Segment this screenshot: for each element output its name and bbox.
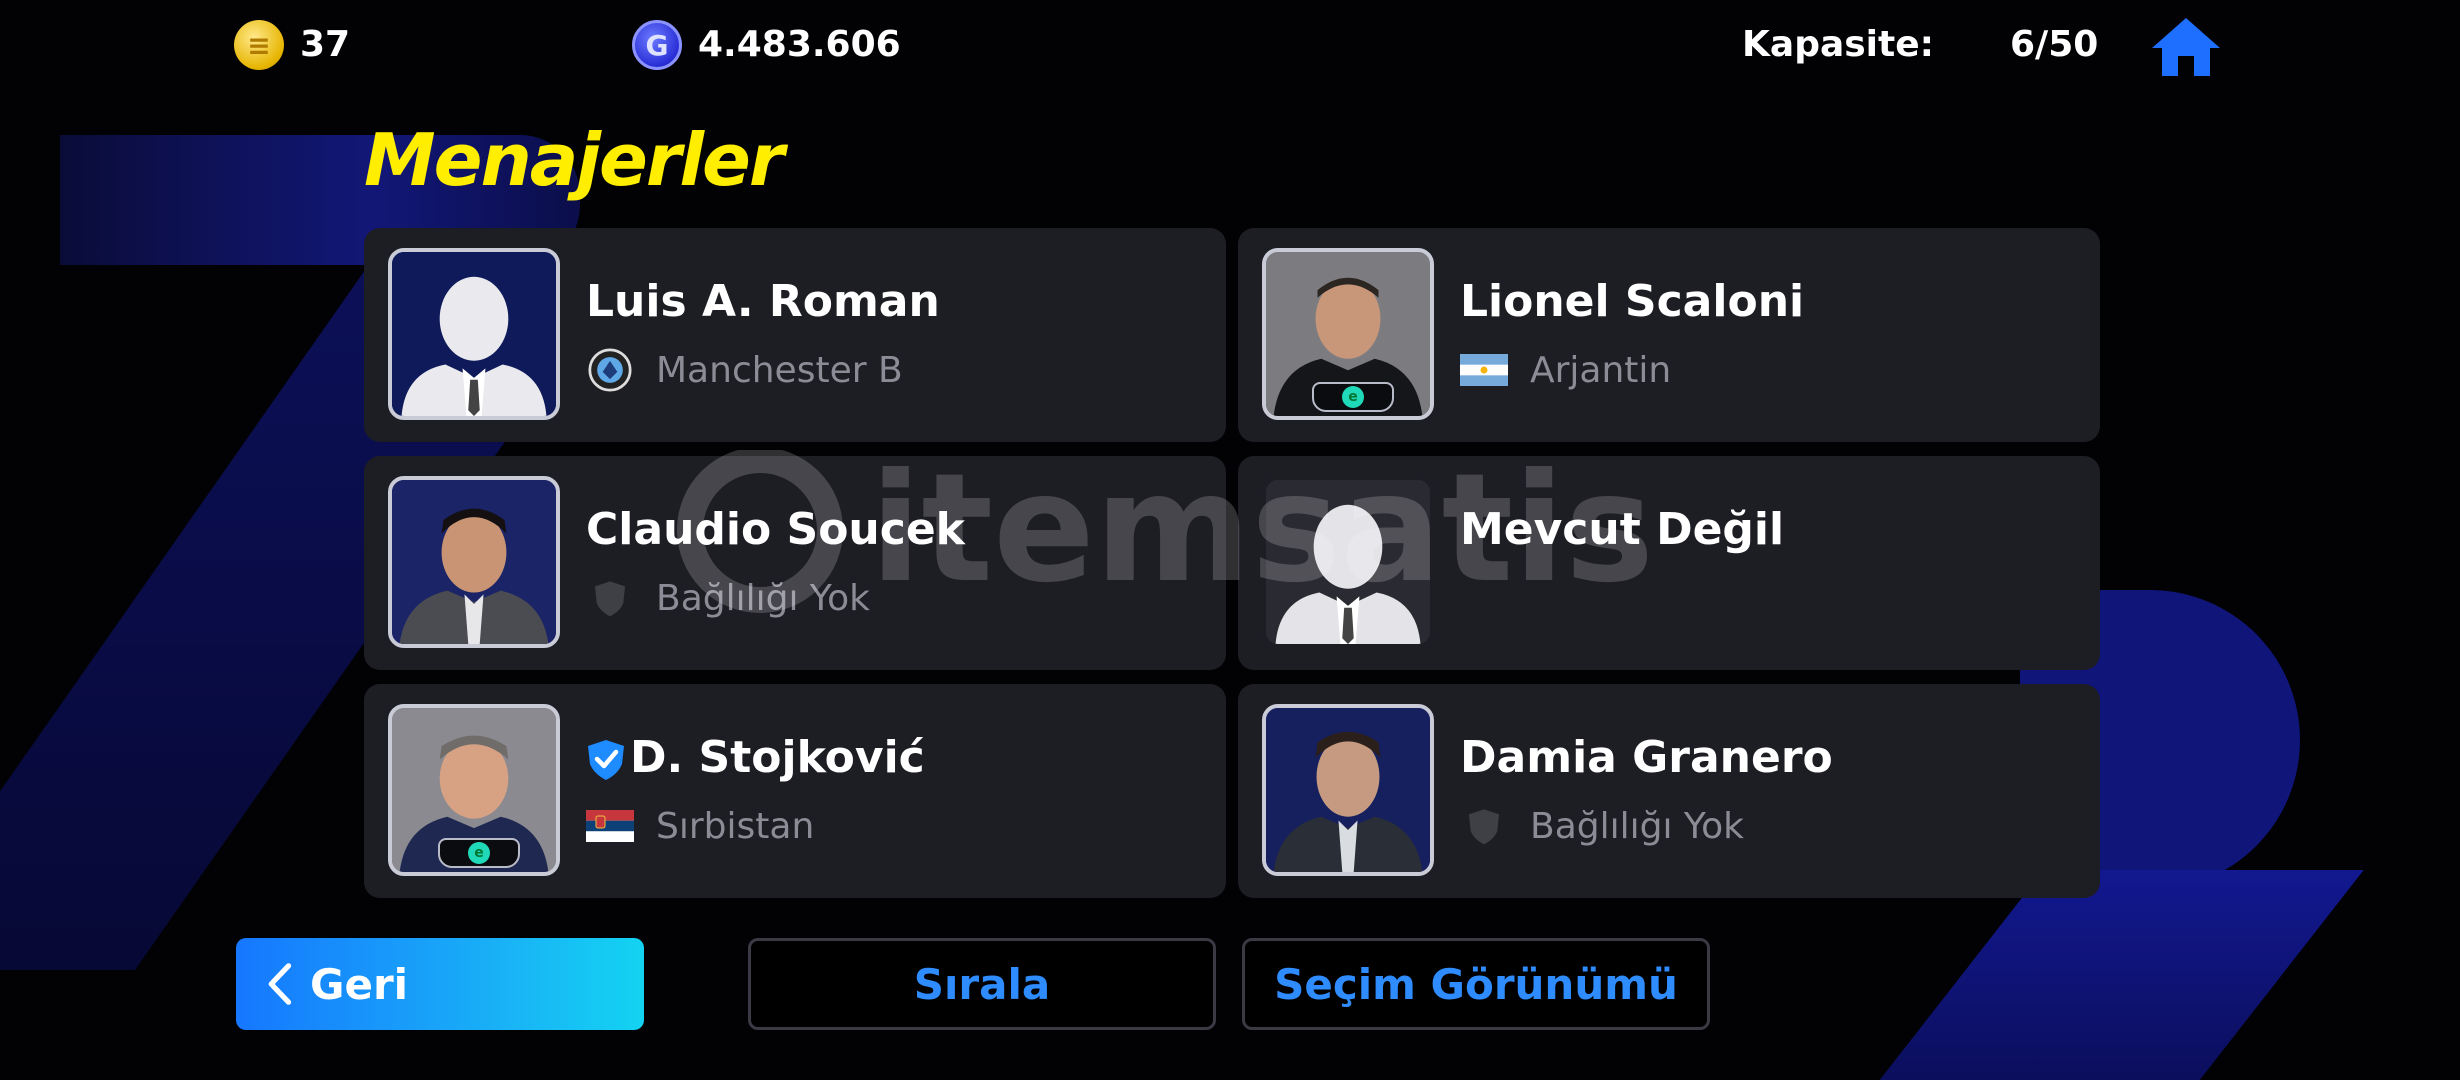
screen: ≡ 37 G 4.483.606 Kapasite: 6/50 Menajerl… [0,0,2460,1080]
top-bar: ≡ 37 G 4.483.606 Kapasite: 6/50 [0,0,2460,84]
manager-portrait [1262,704,1434,876]
manager-affiliation: Sırbistan [586,802,814,850]
manager-affiliation: Bağlılığı Yok [586,574,870,622]
manager-portrait [388,476,560,648]
argentina-flag-icon [1460,346,1508,394]
manager-card-empty-slot[interactable]: Mevcut Değil [1238,456,2100,670]
affiliation-text: Arjantin [1530,349,1672,391]
manager-card-damia-granero[interactable]: Damia Granero Bağlılığı Yok [1238,684,2100,898]
manager-name: Lionel Scaloni [1460,276,1805,327]
serbia-flag-icon [586,802,634,850]
manager-portrait [1262,476,1434,648]
capacity-value: 6/50 [2010,24,2099,65]
manager-name: D. Stojković [630,732,925,783]
affiliation-text: Bağlılığı Yok [1530,805,1744,847]
gp-balance: 4.483.606 [698,24,901,65]
manager-card-claudio-soucek[interactable]: Claudio Soucek Bağlılığı Yok [364,456,1226,670]
manager-name: Luis A. Roman [586,276,940,327]
affiliation-text: Manchester B [656,349,903,391]
manager-portrait [388,248,560,420]
efootball-badge: e [438,838,520,868]
efootball-coin-icon: ≡ [234,20,284,70]
manager-card-lionel-scaloni[interactable]: e Lionel Scaloni Arjantin [1238,228,2100,442]
gp-coin-icon: G [632,20,682,70]
verified-shield-icon [588,740,624,780]
manager-affiliation: Manchester B [586,346,903,394]
efootball-badge: e [1312,382,1394,412]
manager-affiliation: Arjantin [1460,346,1671,394]
manager-affiliation: Bağlılığı Yok [1460,802,1744,850]
manager-card-d-stojkovic[interactable]: e D. Stojković Sırbistan [364,684,1226,898]
home-icon [2152,18,2220,76]
chevron-left-icon [268,963,292,1005]
affiliation-text: Bağlılığı Yok [656,577,870,619]
club-crest-icon [586,346,634,394]
bg-decor-diagonal-right [1856,870,2364,1080]
manager-name-row: D. Stojković [586,732,925,783]
home-button[interactable] [2150,14,2222,78]
manager-portrait: e [1262,248,1434,420]
sort-button[interactable]: Sırala [748,938,1216,1030]
manager-name: Claudio Soucek [586,504,965,555]
manager-name: Damia Granero [1460,732,1833,783]
back-button-label: Geri [310,959,409,1009]
shield-icon [586,574,634,622]
back-button[interactable]: Geri [236,938,644,1030]
selection-view-button[interactable]: Seçim Görünümü [1242,938,1710,1030]
manager-name: Mevcut Değil [1460,504,1785,555]
manager-portrait: e [388,704,560,876]
page-title: Menajerler [364,118,784,202]
manager-card-luis-a-roman[interactable]: Luis A. Roman Manchester B [364,228,1226,442]
capacity-label: Kapasite: [1742,24,1935,65]
ecoin-balance: 37 [300,24,351,65]
affiliation-text: Sırbistan [656,805,815,847]
shield-icon [1460,802,1508,850]
